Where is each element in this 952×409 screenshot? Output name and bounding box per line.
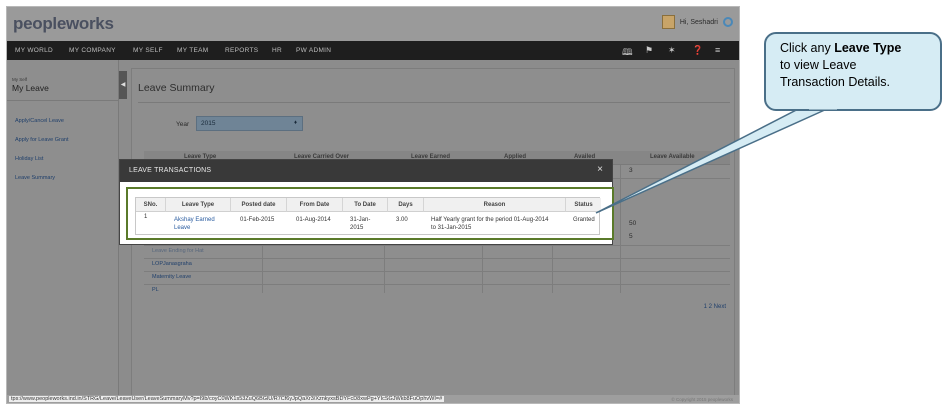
callout-text-bold: Leave Type bbox=[834, 41, 902, 55]
callout-text: Click any Leave Type to view Leave Trans… bbox=[780, 40, 932, 91]
callout-line-3: Transaction Details. bbox=[780, 75, 890, 89]
callout-line-2: to view Leave bbox=[780, 58, 857, 72]
callout-tail bbox=[595, 103, 839, 214]
callout-line-1: Click any Leave Type bbox=[780, 40, 932, 57]
callout-text-plain: Click any bbox=[780, 41, 835, 55]
